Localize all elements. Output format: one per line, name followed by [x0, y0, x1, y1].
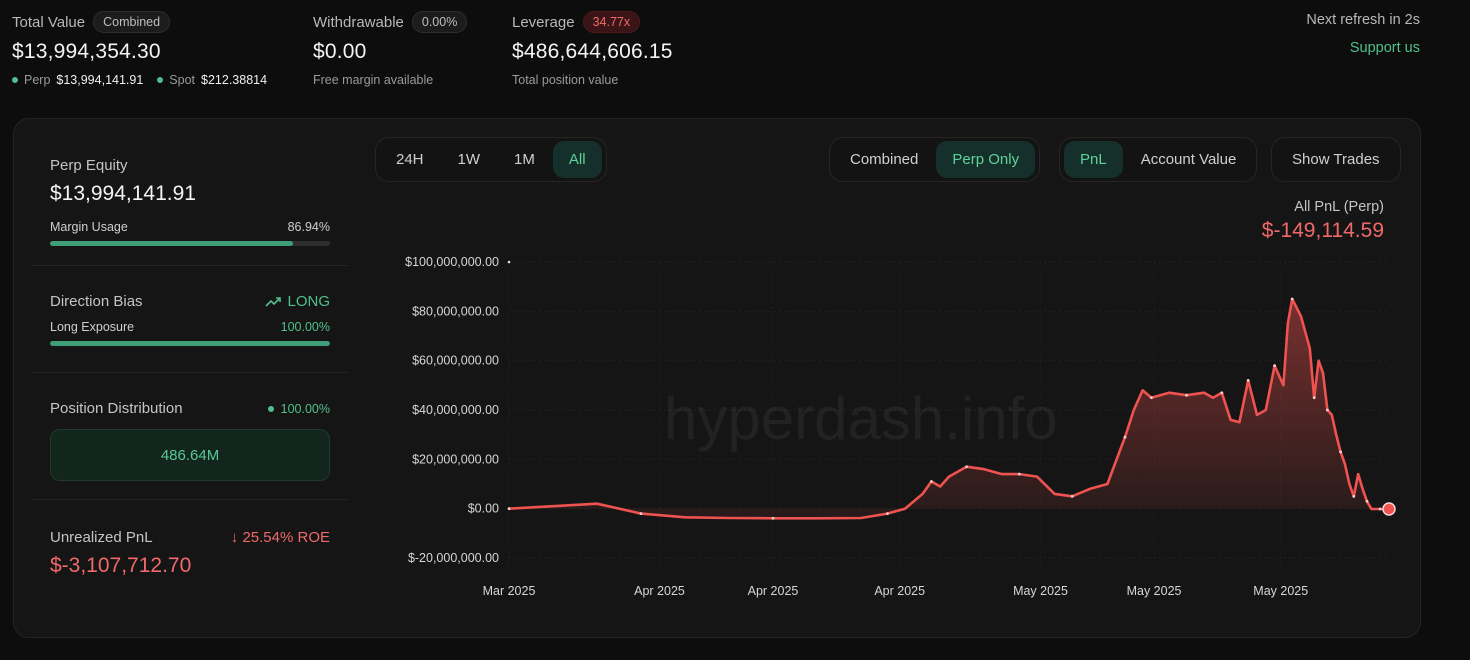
data-point: [1326, 408, 1329, 412]
range-1m-button[interactable]: 1M: [498, 141, 551, 178]
data-point: [1070, 494, 1074, 498]
total-value-label: Total Value: [12, 13, 86, 31]
data-point: [930, 480, 933, 483]
withdrawable-stat: Withdrawable 0.00% $0.00 Free margin ava…: [313, 10, 468, 87]
data-point: [965, 465, 968, 469]
pnl-button[interactable]: PnL: [1064, 141, 1123, 178]
data-point: [639, 512, 643, 515]
y-tick-label: $100,000,000.00: [405, 255, 499, 269]
data-point: [1150, 396, 1153, 400]
y-tick-label: $-20,000,000.00: [408, 551, 499, 565]
x-tick-label: Apr 2025: [634, 584, 685, 598]
axis-dot: [507, 260, 511, 264]
data-point: [1365, 499, 1369, 503]
data-point: [1018, 472, 1021, 476]
perp-value: $13,994,141.91: [56, 73, 144, 87]
total-value-stat: Total Value Combined $13,994,354.30 Perp…: [12, 10, 267, 87]
data-point: [771, 516, 775, 520]
support-link[interactable]: Support us: [1306, 40, 1420, 56]
x-tick-label: May 2025: [1127, 584, 1182, 598]
y-tick-label: $60,000,000.00: [412, 354, 499, 368]
y-tick-label: $80,000,000.00: [412, 304, 499, 318]
data-point: [1220, 391, 1224, 395]
x-tick-label: May 2025: [1253, 584, 1308, 598]
total-value-breakdown: Perp $13,994,141.91 Spot $212.38814: [12, 73, 267, 87]
data-point: [1290, 297, 1294, 301]
data-point: [1273, 364, 1276, 367]
data-point: [1352, 494, 1356, 498]
data-point: [507, 507, 511, 511]
data-point: [1339, 450, 1342, 454]
pnl-caption: All PnL (Perp) $-149,114.59: [1262, 199, 1384, 243]
withdrawable-amount: $0.00: [313, 40, 367, 63]
watermark-text: hyperdash.info: [664, 385, 1058, 452]
time-range-selector: 24H 1W 1M All: [375, 137, 607, 182]
spot-value: $212.38814: [201, 73, 268, 87]
metric-selector: PnL Account Value: [1059, 137, 1258, 182]
leverage-amount: $486,644,606.15: [512, 40, 673, 63]
data-point: [886, 512, 889, 515]
pnl-caption-value: $-149,114.59: [1261, 219, 1384, 242]
combined-button[interactable]: Combined: [834, 141, 934, 178]
spot-label: Spot: [169, 73, 196, 87]
show-trades-group: Show Trades: [1271, 137, 1401, 182]
leverage-sub: Total position value: [512, 73, 619, 87]
combined-pill[interactable]: Combined: [93, 11, 171, 33]
withdrawable-label: Withdrawable: [313, 13, 404, 31]
leverage-label: Leverage: [512, 13, 575, 31]
y-tick-label: $20,000,000.00: [412, 452, 499, 466]
withdrawable-sub: Free margin available: [313, 73, 434, 87]
x-tick-label: Apr 2025: [874, 584, 925, 598]
show-trades-button[interactable]: Show Trades: [1276, 141, 1396, 178]
x-tick-label: Apr 2025: [748, 584, 799, 598]
range-1w-button[interactable]: 1W: [442, 141, 497, 178]
data-point: [1312, 396, 1316, 400]
refresh-block: Next refresh in 2s Support us: [1306, 12, 1420, 56]
current-point-marker: [1382, 502, 1396, 516]
data-point: [1246, 379, 1250, 382]
perp-only-button[interactable]: Perp Only: [936, 141, 1036, 178]
x-tick-label: May 2025: [1013, 584, 1068, 598]
refresh-countdown: Next refresh in 2s: [1306, 12, 1420, 28]
account-value-button[interactable]: Account Value: [1125, 141, 1253, 178]
withdrawable-pill: 0.00%: [411, 11, 468, 33]
perp-label: Perp: [24, 73, 51, 87]
spot-dot-icon: [157, 77, 164, 83]
perp-dot-icon: [12, 77, 18, 83]
pnl-chart[interactable]: $100,000,000.00 $80,000,000.00 $60,000,000…: [14, 119, 1420, 637]
data-point: [1123, 435, 1127, 439]
data-point: [1378, 507, 1382, 511]
data-point: [1185, 393, 1188, 397]
range-24h-button[interactable]: 24H: [380, 141, 440, 178]
y-tick-label: $0.00: [468, 502, 499, 516]
pnl-caption-label: All PnL (Perp): [1294, 199, 1384, 215]
mode-selector: Combined Perp Only: [829, 137, 1041, 182]
leverage-pill: 34.77x: [582, 11, 641, 33]
range-all-button[interactable]: All: [552, 141, 602, 178]
x-tick-label: Mar 2025: [483, 584, 536, 598]
total-value-amount: $13,994,354.30: [12, 40, 161, 63]
leverage-stat: Leverage 34.77x $486,644,606.15 Total po…: [512, 10, 673, 87]
y-tick-label: $40,000,000.00: [412, 403, 499, 417]
dashboard-card: Perp Equity $13,994,141.91 Margin Usage …: [13, 118, 1421, 638]
